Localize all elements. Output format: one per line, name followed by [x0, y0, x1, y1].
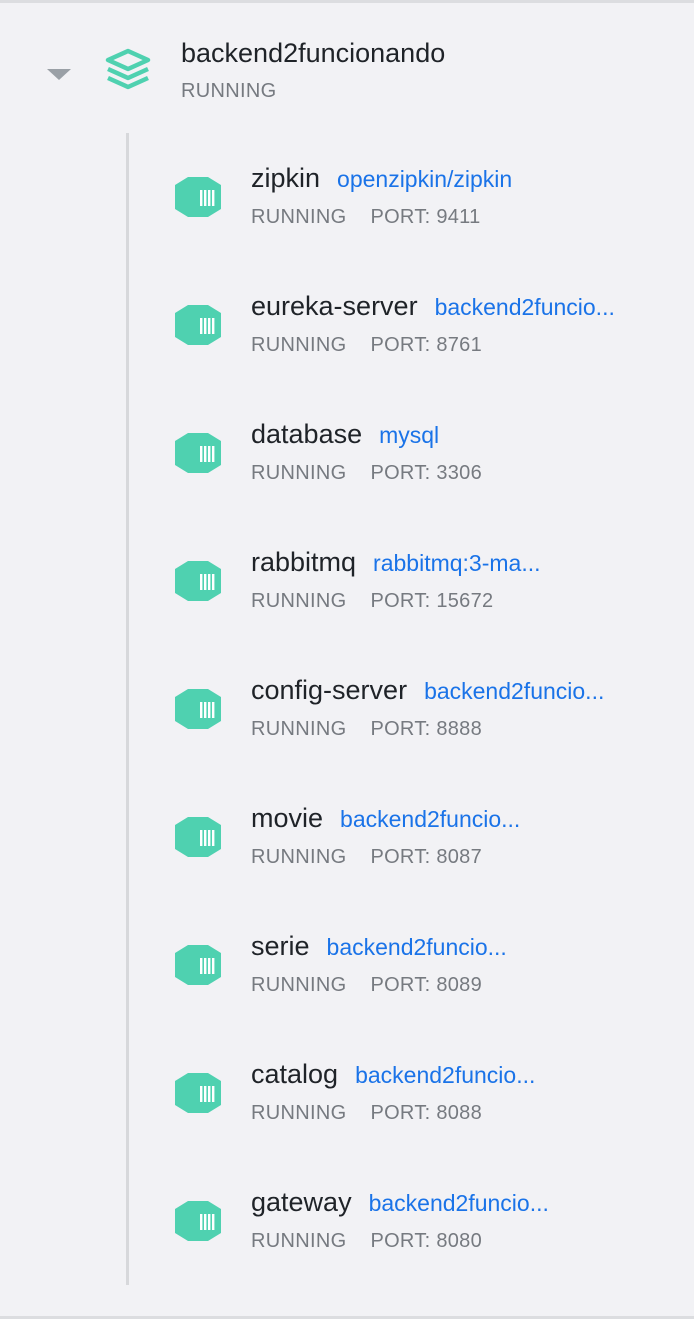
stack-layers-icon [105, 48, 151, 90]
container-status: RUNNING [251, 718, 347, 740]
container-status: RUNNING [251, 846, 347, 868]
container-status: RUNNING [251, 462, 347, 484]
container-port: PORT: 3306 [370, 462, 483, 484]
container-row[interactable]: database mysql RUNNING PORT: 3306 [0, 406, 694, 534]
container-status: RUNNING [251, 590, 347, 612]
container-port: PORT: 8080 [370, 1230, 483, 1252]
app-row[interactable]: backend2funcionando RUNNING [0, 28, 694, 108]
container-port: PORT: 9411 [370, 206, 481, 228]
container-icon [175, 945, 221, 985]
container-row[interactable]: serie backend2funcio... RUNNING PORT: 808… [0, 918, 694, 1046]
container-row[interactable]: catalog backend2funcio... RUNNING PORT: 8… [0, 1046, 694, 1174]
container-row[interactable]: movie backend2funcio... RUNNING PORT: 808… [0, 790, 694, 918]
container-list: zipkin openzipkin/zipkin RUNNING PORT: 94… [0, 150, 694, 1302]
container-row[interactable]: zipkin openzipkin/zipkin RUNNING PORT: 94… [0, 150, 694, 278]
container-row[interactable]: rabbitmq rabbitmq:3-ma... RUNNING PORT: 1… [0, 534, 694, 662]
container-image-link[interactable]: openzipkin/zipkin [337, 166, 512, 193]
container-port: PORT: 8088 [370, 1102, 483, 1124]
app-name[interactable]: backend2funcionando [181, 38, 445, 69]
container-port: PORT: 8087 [370, 846, 483, 868]
container-name[interactable]: database [251, 419, 362, 450]
container-name[interactable]: eureka-server [251, 291, 418, 322]
container-icon [175, 689, 221, 729]
container-icon [175, 177, 221, 217]
container-image-link[interactable]: backend2funcio... [340, 806, 520, 833]
container-image-link[interactable]: backend2funcio... [369, 1190, 549, 1217]
container-port: PORT: 8089 [370, 974, 483, 996]
container-icon [175, 1073, 221, 1113]
container-icon [175, 433, 221, 473]
container-image-link[interactable]: backend2funcio... [424, 678, 604, 705]
container-name[interactable]: serie [251, 931, 310, 962]
top-divider [0, 0, 694, 3]
container-name[interactable]: zipkin [251, 163, 320, 194]
container-name[interactable]: rabbitmq [251, 547, 356, 578]
container-row[interactable]: eureka-server backend2funcio... RUNNING P… [0, 278, 694, 406]
container-image-link[interactable]: mysql [379, 422, 439, 449]
container-status: RUNNING [251, 206, 347, 228]
container-port: PORT: 8761 [370, 334, 483, 356]
container-name[interactable]: gateway [251, 1187, 352, 1218]
container-name[interactable]: catalog [251, 1059, 338, 1090]
container-icon [175, 561, 221, 601]
container-icon [175, 305, 221, 345]
container-icon [175, 1201, 221, 1241]
container-status: RUNNING [251, 334, 347, 356]
container-status: RUNNING [251, 974, 347, 996]
container-image-link[interactable]: backend2funcio... [355, 1062, 535, 1089]
container-name[interactable]: movie [251, 803, 323, 834]
chevron-down-icon[interactable] [47, 69, 71, 80]
container-tree-panel: backend2funcionando RUNNING zipkin openz… [0, 0, 694, 1319]
container-status: RUNNING [251, 1102, 347, 1124]
container-port: PORT: 15672 [370, 590, 494, 612]
container-status: RUNNING [251, 1230, 347, 1252]
container-name[interactable]: config-server [251, 675, 407, 706]
container-icon [175, 817, 221, 857]
container-row[interactable]: gateway backend2funcio... RUNNING PORT: 8… [0, 1174, 694, 1302]
container-image-link[interactable]: rabbitmq:3-ma... [373, 550, 540, 577]
app-status: RUNNING [181, 80, 277, 102]
container-port: PORT: 8888 [370, 718, 483, 740]
container-row[interactable]: config-server backend2funcio... RUNNING P… [0, 662, 694, 790]
container-image-link[interactable]: backend2funcio... [327, 934, 507, 961]
container-image-link[interactable]: backend2funcio... [435, 294, 615, 321]
